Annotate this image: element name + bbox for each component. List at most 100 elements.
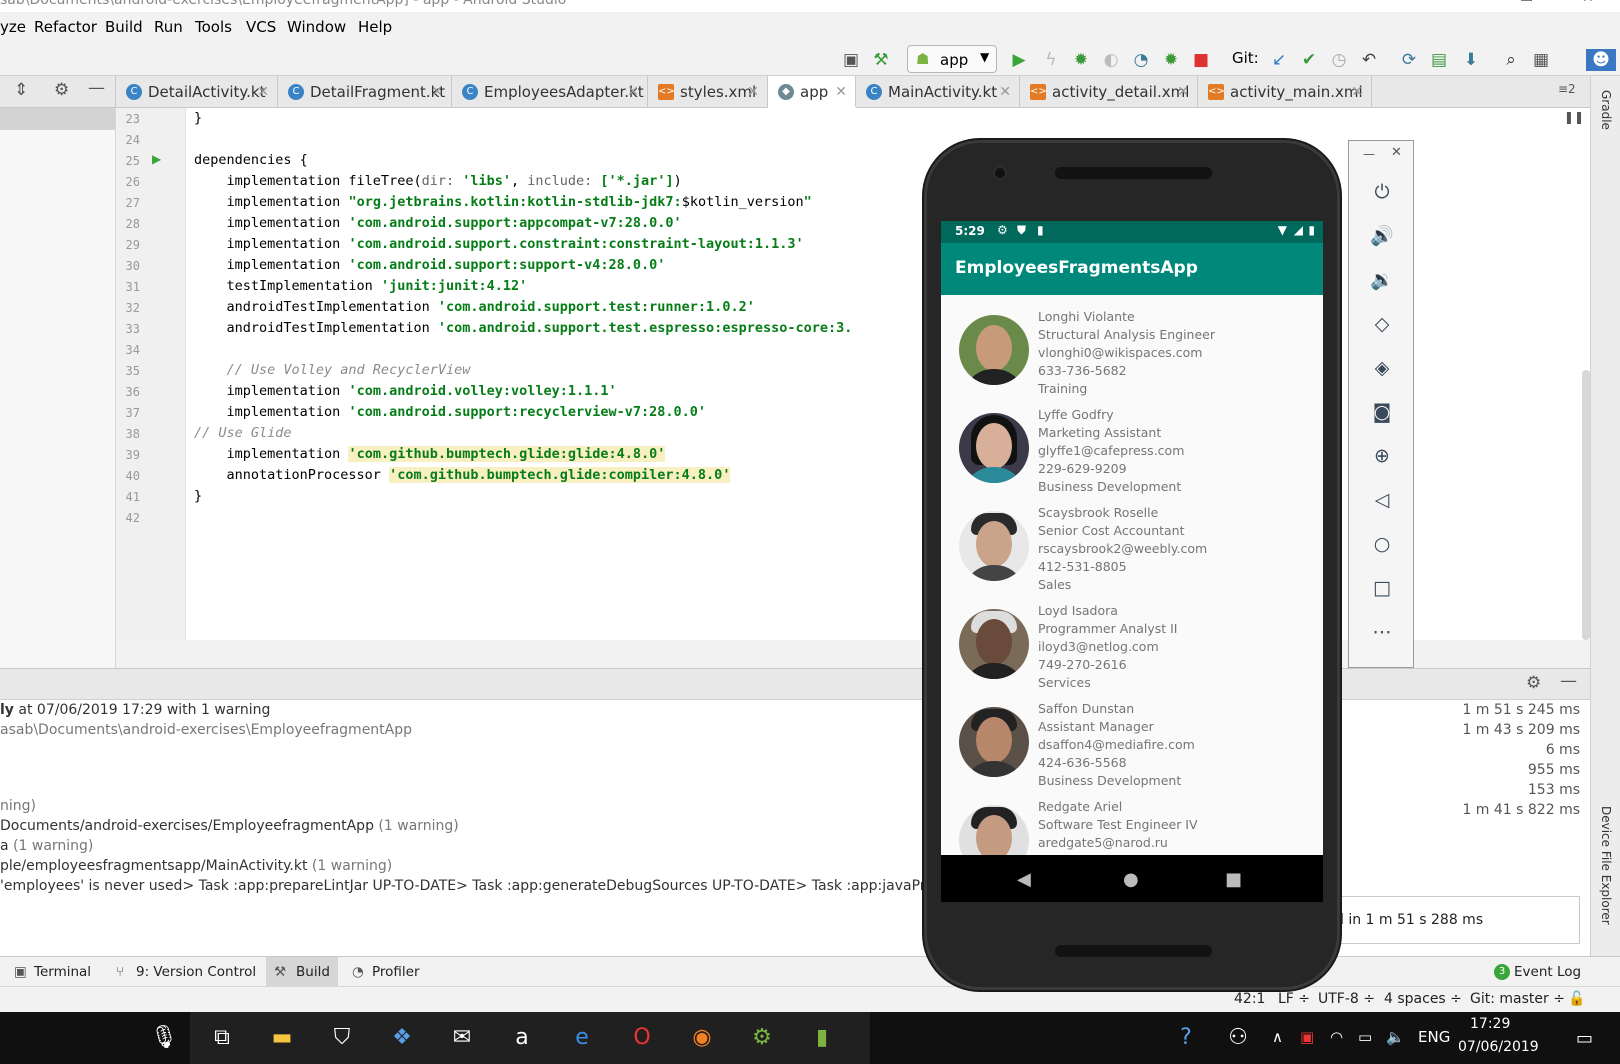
sdk-manager-icon[interactable]: ⬇ bbox=[1460, 49, 1482, 71]
tab-styles[interactable]: <> styles.xml ✕ bbox=[648, 76, 768, 108]
menu-help[interactable]: Help bbox=[358, 18, 392, 36]
emulator-icon[interactable]: ▮ bbox=[806, 1022, 838, 1054]
nav-home-icon[interactable]: ● bbox=[1123, 869, 1139, 890]
close-icon[interactable]: ✕ bbox=[1391, 145, 1402, 160]
android-studio-icon[interactable]: ⚙ bbox=[746, 1022, 778, 1054]
device-file-explorer-tab[interactable]: Device File Explorer bbox=[1599, 806, 1613, 925]
minimize-icon[interactable]: ▭ bbox=[1520, 0, 1533, 6]
close-tab-icon[interactable]: ✕ bbox=[257, 76, 269, 108]
editor-scrollbar[interactable] bbox=[1582, 370, 1590, 640]
mail-icon[interactable]: ✉ bbox=[446, 1022, 478, 1054]
list-item[interactable]: Scaysbrook Roselle Senior Cost Accountan… bbox=[941, 491, 1323, 592]
stop-icon[interactable]: ■ bbox=[1190, 49, 1212, 71]
notifications-icon[interactable]: ▭ bbox=[1576, 1028, 1593, 1049]
caret-position[interactable]: 42:1 bbox=[1234, 991, 1265, 1007]
close-tab-icon[interactable]: ✕ bbox=[1351, 76, 1363, 108]
people-icon[interactable]: ⚇ bbox=[1222, 1022, 1254, 1054]
build-line[interactable]: a (1 warning) bbox=[0, 838, 93, 854]
volume-icon[interactable]: 🔈 bbox=[1386, 1028, 1405, 1046]
sync-gradle-icon[interactable]: ⟳ bbox=[1398, 49, 1420, 71]
tab-detailfragment[interactable]: C DetailFragment.kt ✕ bbox=[278, 76, 452, 108]
wifi-icon[interactable]: ◠ bbox=[1330, 1028, 1343, 1046]
git-branch[interactable]: Git: master ÷ bbox=[1470, 991, 1565, 1007]
lock-icon[interactable]: 🔓 bbox=[1568, 991, 1585, 1007]
menu-window[interactable]: Window bbox=[287, 18, 346, 36]
clock-time[interactable]: 17:29 bbox=[1470, 1016, 1510, 1032]
tab-mainactivity[interactable]: C MainActivity.kt ✕ bbox=[856, 76, 1020, 108]
overview-icon[interactable]: □ bbox=[1369, 575, 1395, 601]
version-control-tab[interactable]: ⑂ 9: Version Control bbox=[116, 957, 262, 987]
camera-icon[interactable]: ◙ bbox=[1369, 399, 1395, 425]
amazon-icon[interactable]: a bbox=[506, 1022, 538, 1054]
menu-analyze[interactable]: yze bbox=[0, 18, 26, 36]
collapse-all-icon[interactable]: ⇕ bbox=[14, 80, 28, 100]
indent-setting[interactable]: 4 spaces ÷ bbox=[1384, 991, 1462, 1007]
volume-up-icon[interactable]: 🔊 bbox=[1369, 223, 1395, 249]
coverage-icon[interactable]: ◐ bbox=[1100, 49, 1122, 71]
run-icon[interactable]: ▶ bbox=[1008, 49, 1030, 71]
pause-icon[interactable]: ❚❚ bbox=[1564, 110, 1584, 124]
gradle-tool-tab[interactable]: Gradle bbox=[1599, 90, 1613, 130]
gear-icon[interactable]: ⚙ bbox=[54, 80, 69, 100]
more-icon[interactable]: ⋯ bbox=[1369, 619, 1395, 645]
minimize-icon[interactable]: — bbox=[1363, 147, 1375, 161]
rotate-left-icon[interactable]: ◇ bbox=[1369, 311, 1395, 337]
tray-chevron-icon[interactable]: ∧ bbox=[1272, 1028, 1283, 1046]
clock-date[interactable]: 07/06/2019 bbox=[1458, 1039, 1539, 1055]
tab-activity-main[interactable]: <> activity_main.xml ✕ bbox=[1198, 76, 1372, 108]
build-notification[interactable]: d in 1 m 51 s 288 ms bbox=[1330, 896, 1580, 944]
employee-list[interactable]: Longhi Violante Structural Analysis Engi… bbox=[941, 295, 1323, 855]
power-icon[interactable]: ⏻ bbox=[1369, 179, 1395, 205]
profile-icon[interactable]: ◔ bbox=[1130, 49, 1152, 71]
avd-manager-icon[interactable]: ▤ bbox=[1428, 49, 1450, 71]
build-tab[interactable]: ⚒ Build bbox=[266, 957, 338, 987]
attach-debugger-icon[interactable]: ✹ bbox=[1160, 49, 1182, 71]
acrobat-icon[interactable]: ▣ bbox=[1300, 1028, 1314, 1046]
build-line[interactable]: Documents/android-exercises/Employeefrag… bbox=[0, 818, 459, 834]
run-gutter-icon[interactable]: ▶ bbox=[152, 152, 161, 166]
debug-icon[interactable]: ✹ bbox=[1070, 49, 1092, 71]
hide-icon[interactable]: — bbox=[1560, 671, 1577, 691]
menu-refactor[interactable]: Refactor bbox=[34, 18, 97, 36]
close-tab-icon[interactable]: ✕ bbox=[999, 76, 1011, 108]
close-tab-icon[interactable]: ✕ bbox=[747, 76, 759, 108]
history-icon[interactable]: ◷ bbox=[1328, 49, 1350, 71]
tab-app-gradle[interactable]: ◆ app ✕ bbox=[768, 76, 856, 108]
user-icon[interactable]: ☻ bbox=[1586, 49, 1616, 71]
close-window-icon[interactable]: ✕ bbox=[1582, 0, 1594, 6]
nav-back-icon[interactable]: ◀ bbox=[1017, 869, 1031, 890]
tab-employeesadapter[interactable]: C EmployeesAdapter.kt ✕ bbox=[452, 76, 648, 108]
help-icon[interactable]: ? bbox=[1170, 1022, 1202, 1054]
build-hammer-icon[interactable]: ⚒ bbox=[870, 49, 892, 71]
revert-icon[interactable]: ↶ bbox=[1358, 49, 1380, 71]
nav-overview-icon[interactable]: ■ bbox=[1225, 869, 1242, 890]
task-view-icon[interactable]: ⧉ bbox=[206, 1022, 238, 1054]
list-item[interactable]: Saffon Dunstan Assistant Manager dsaffon… bbox=[941, 687, 1323, 788]
rotate-right-icon[interactable]: ◈ bbox=[1369, 355, 1395, 381]
git-update-icon[interactable]: ↙ bbox=[1268, 49, 1290, 71]
opera-icon[interactable]: O bbox=[626, 1022, 658, 1054]
back-icon[interactable]: ◁ bbox=[1369, 487, 1395, 513]
close-tab-icon[interactable]: ✕ bbox=[627, 76, 639, 108]
project-structure-icon[interactable]: ▦ bbox=[1530, 49, 1552, 71]
build-line[interactable]: ple/employeesfragmentsapp/MainActivity.k… bbox=[0, 858, 392, 874]
microphone-icon[interactable]: 🎙 bbox=[148, 1022, 180, 1054]
tab-detailactivity[interactable]: C DetailActivity.kt ✕ bbox=[116, 76, 278, 108]
layout-icon[interactable]: ▣ bbox=[840, 49, 862, 71]
apply-changes-icon[interactable]: ϟ bbox=[1040, 49, 1062, 71]
event-log-tab[interactable]: 3 Event Log bbox=[1494, 957, 1594, 987]
file-encoding[interactable]: UTF-8 ÷ bbox=[1318, 991, 1375, 1007]
file-explorer-icon[interactable]: ▬ bbox=[266, 1022, 298, 1054]
menu-run[interactable]: Run bbox=[154, 18, 183, 36]
store-icon[interactable]: ⛉ bbox=[326, 1022, 358, 1054]
battery-icon[interactable]: ▭ bbox=[1358, 1028, 1372, 1046]
language-indicator[interactable]: ENG bbox=[1418, 1028, 1450, 1046]
home-icon[interactable]: ○ bbox=[1369, 531, 1395, 557]
terminal-tab[interactable]: ▣ Terminal bbox=[14, 957, 114, 987]
tabs-overflow[interactable]: ≡2 bbox=[1558, 82, 1576, 96]
git-commit-icon[interactable]: ✔ bbox=[1298, 49, 1320, 71]
zoom-icon[interactable]: ⊕ bbox=[1369, 443, 1395, 469]
close-tab-icon[interactable]: ✕ bbox=[835, 76, 847, 108]
menu-tools[interactable]: Tools bbox=[195, 18, 232, 36]
profiler-tab[interactable]: ◔ Profiler bbox=[352, 957, 442, 987]
